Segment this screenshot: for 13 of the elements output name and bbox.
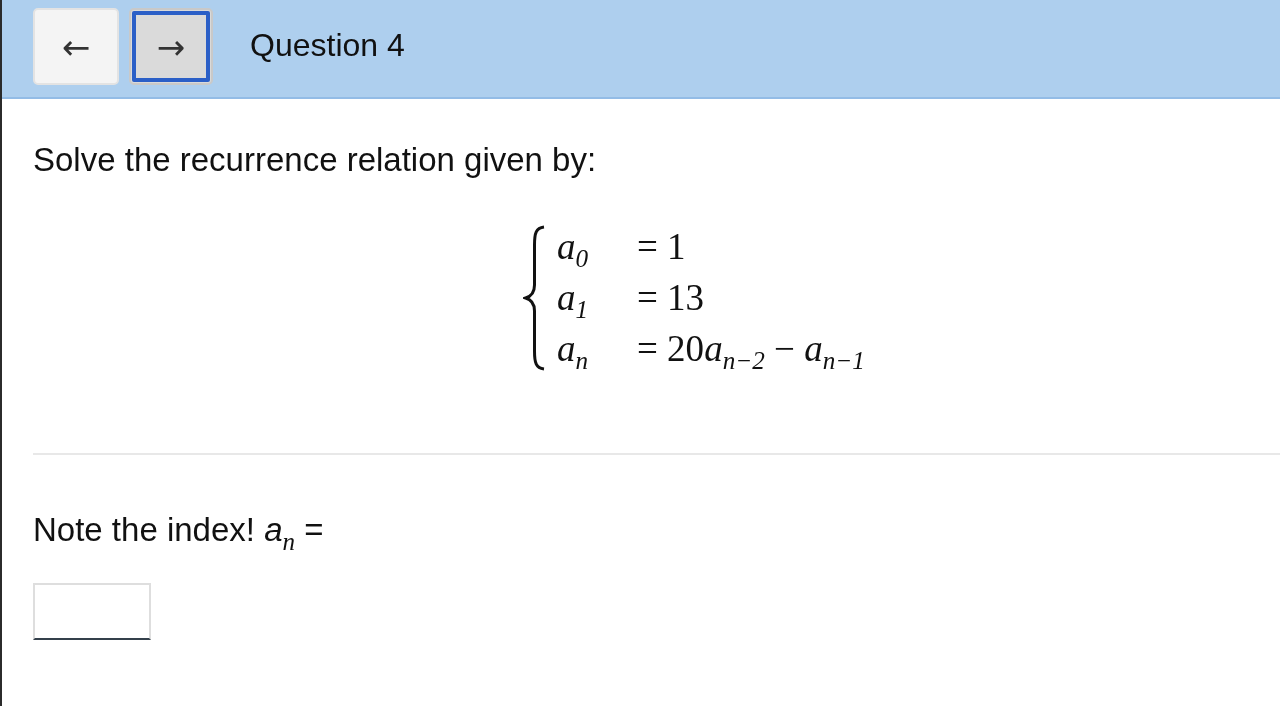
equation-lhs: a$_{n}$ [557, 326, 590, 371]
question-prompt: Solve the recurrence relation given by: [33, 141, 598, 179]
equation-rhs: = 20a$_{n−2}$ − a$_{n−1}$ [637, 326, 865, 371]
curly-brace-icon [523, 224, 547, 371]
equation-lhs: a$_{1}$ [557, 275, 590, 320]
nav-button[interactable]: ← [33, 8, 119, 85]
nav-button[interactable]: → [129, 8, 213, 85]
equation-rhs: = 1 [637, 224, 687, 269]
answer-field[interactable] [33, 583, 151, 640]
question-title: Question 4 [250, 26, 405, 65]
equation-lhs: a$_{0}$ [557, 224, 590, 269]
equation-rhs: = 13 [637, 275, 706, 320]
answer-label: Note the index! a$_{n}$ = [33, 511, 325, 549]
